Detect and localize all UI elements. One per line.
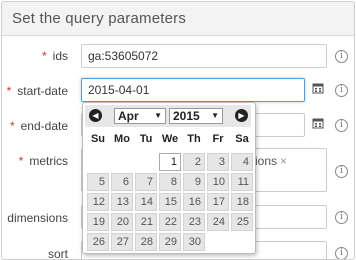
- day-cell[interactable]: 20: [111, 213, 133, 231]
- metrics-info-icon[interactable]: i: [335, 165, 348, 178]
- weekday-header: Mo: [114, 133, 130, 145]
- day-cell[interactable]: 5: [87, 173, 109, 191]
- start-date-info-icon[interactable]: i: [335, 84, 348, 97]
- year-select[interactable]: 2015 ▼: [169, 108, 223, 124]
- end-date-info-icon[interactable]: i: [335, 119, 348, 132]
- prev-month-icon[interactable]: ◀: [89, 109, 102, 122]
- start-date-calendar-icon[interactable]: [309, 81, 327, 99]
- weekday-header: Sa: [235, 133, 249, 145]
- day-cell[interactable]: 6: [111, 173, 133, 191]
- sort-info-icon[interactable]: i: [335, 247, 348, 259]
- weekday-header: Th: [187, 133, 201, 145]
- day-cell[interactable]: 28: [135, 233, 157, 251]
- day-cell[interactable]: 29: [159, 233, 181, 251]
- next-month-icon[interactable]: ▶: [235, 109, 248, 122]
- day-cell[interactable]: 16: [183, 193, 205, 211]
- ids-input[interactable]: ga:53605072: [81, 44, 327, 68]
- chip-remove-icon[interactable]: ×: [280, 154, 287, 168]
- day-cell[interactable]: 10: [207, 173, 229, 191]
- day-cell[interactable]: 27: [111, 233, 133, 251]
- day-cell[interactable]: 14: [135, 193, 157, 211]
- chevron-down-icon: ▼: [211, 111, 219, 120]
- weekday-header: Su: [90, 133, 106, 145]
- day-cell[interactable]: 13: [111, 193, 133, 211]
- day-cell[interactable]: 11: [231, 173, 253, 191]
- day-cell[interactable]: 1: [159, 153, 181, 171]
- day-cell[interactable]: 2: [183, 153, 205, 171]
- start-date-input[interactable]: 2015-04-01: [81, 78, 305, 102]
- day-cell[interactable]: 4: [231, 153, 253, 171]
- day-cell[interactable]: 21: [135, 213, 157, 231]
- day-cell[interactable]: 3: [207, 153, 229, 171]
- day-cell[interactable]: 12: [87, 193, 109, 211]
- weekday-header: We: [161, 133, 179, 145]
- weekday-header: Tu: [139, 133, 153, 145]
- dimensions-label: dimensions: [7, 211, 68, 225]
- day-cell[interactable]: 22: [159, 213, 181, 231]
- day-cell[interactable]: 24: [207, 213, 229, 231]
- day-cell[interactable]: 9: [183, 173, 205, 191]
- day-cell[interactable]: 26: [87, 233, 109, 251]
- query-parameters-panel: Set the query parameters * ids ga:5360507…: [1, 1, 355, 260]
- chevron-down-icon: ▼: [154, 111, 162, 120]
- end-date-label: * end-date: [9, 119, 68, 133]
- ids-info-icon[interactable]: i: [335, 50, 348, 63]
- day-cell[interactable]: 18: [231, 193, 253, 211]
- end-date-calendar-icon[interactable]: [309, 116, 327, 134]
- start-date-label: * start-date: [6, 84, 68, 98]
- ids-label: * ids: [41, 49, 68, 63]
- metric-chip: ions ×: [255, 154, 288, 168]
- sort-label: sort: [47, 247, 68, 260]
- panel-title: Set the query parameters: [12, 10, 187, 27]
- day-cell[interactable]: 17: [207, 193, 229, 211]
- day-cell[interactable]: 25: [231, 213, 253, 231]
- metrics-label: * metrics: [18, 154, 68, 168]
- day-cell[interactable]: 23: [183, 213, 205, 231]
- datepicker: ◀ Apr ▼ 2015 ▼ ▶ Su Mo Tu We Th Fr Sa 1 2 3 4 5 6 7 8 9 10…: [82, 102, 256, 254]
- day-cell[interactable]: 15: [159, 193, 181, 211]
- datepicker-header: ◀ Apr ▼ 2015 ▼ ▶: [85, 105, 251, 127]
- day-cell[interactable]: 19: [87, 213, 109, 231]
- weekday-header: Fr: [212, 133, 224, 145]
- day-cell[interactable]: 8: [159, 173, 181, 191]
- day-cell[interactable]: 7: [135, 173, 157, 191]
- dimensions-info-icon[interactable]: i: [335, 211, 348, 224]
- month-select[interactable]: Apr ▼: [114, 108, 166, 124]
- panel-header: Set the query parameters: [2, 2, 354, 36]
- day-cell[interactable]: 30: [183, 233, 205, 251]
